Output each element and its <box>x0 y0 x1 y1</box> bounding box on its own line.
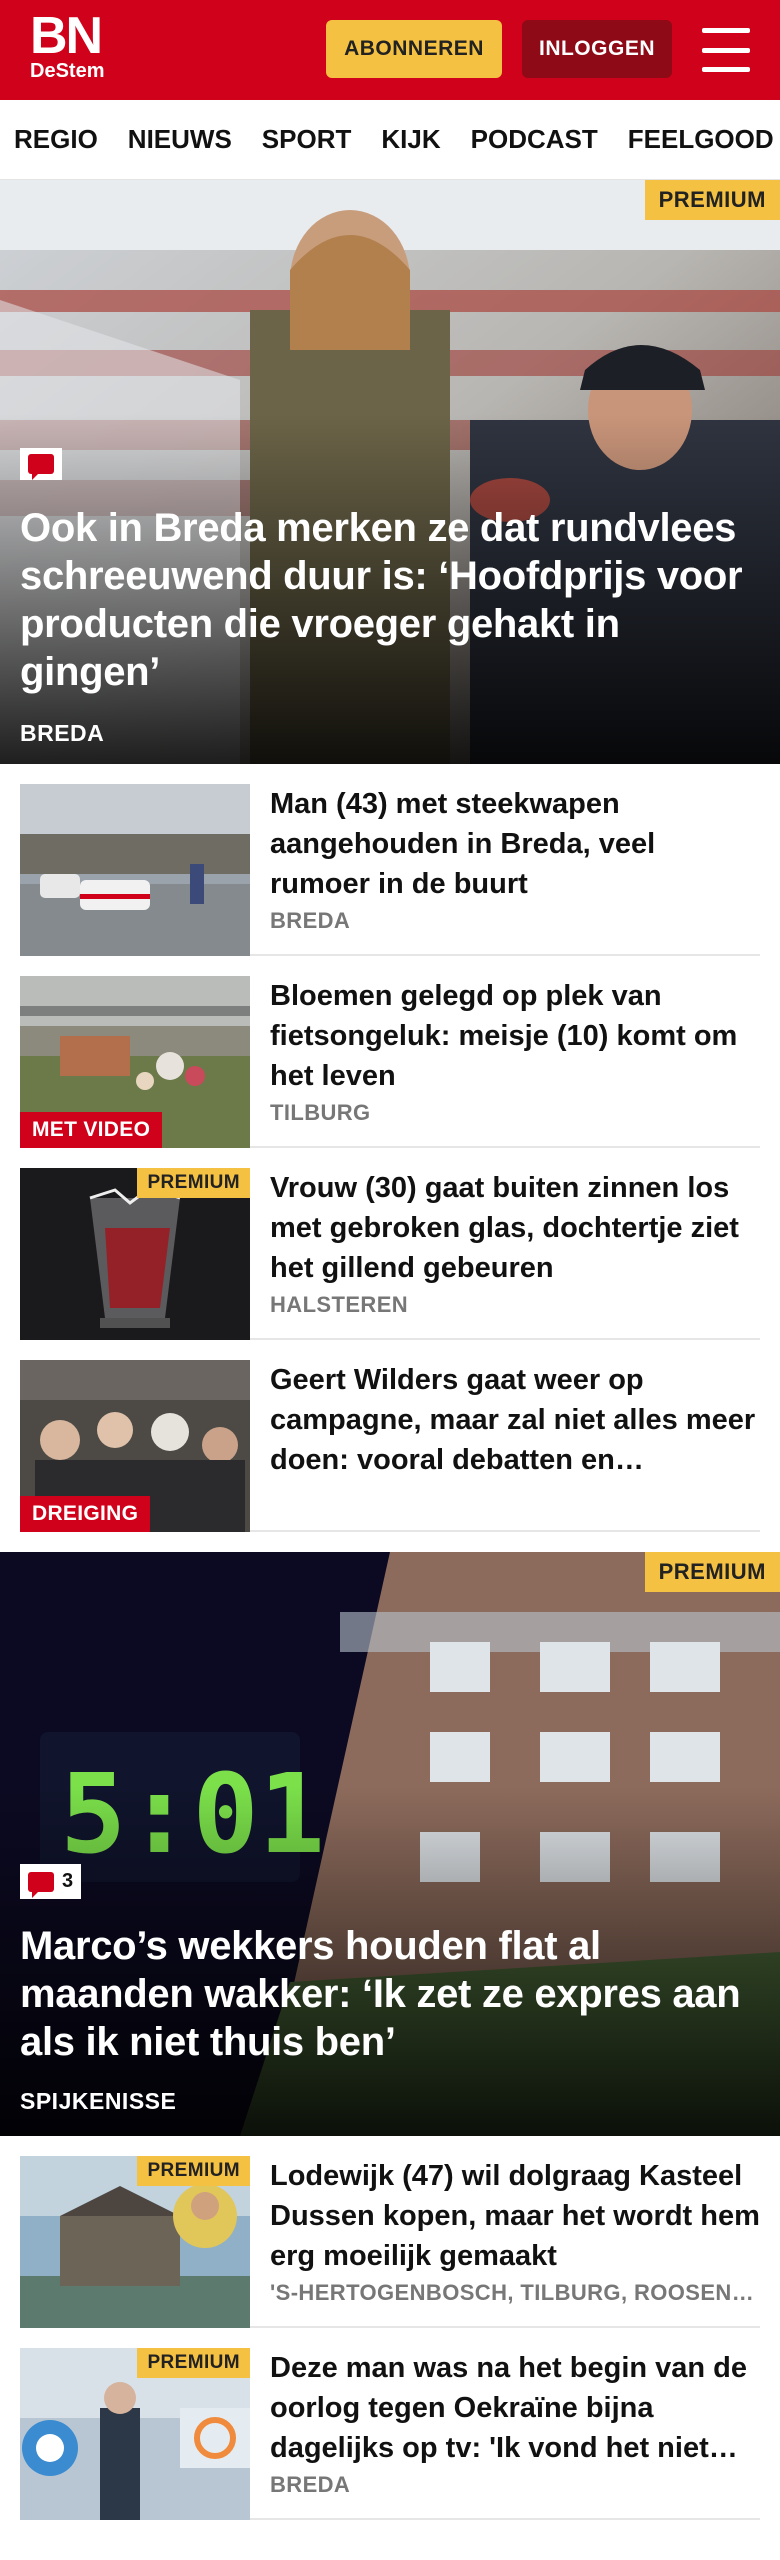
article-location: BREDA <box>270 908 351 933</box>
article-thumbnail: MET VIDEO <box>20 976 250 1148</box>
menu-icon[interactable] <box>702 28 750 72</box>
premium-badge: PREMIUM <box>137 1168 250 1198</box>
subscribe-button[interactable]: ABONNEREN <box>326 20 502 78</box>
article-location: TILBURG <box>270 1100 371 1125</box>
nav-item-feelgood[interactable]: FEELGOOD <box>628 124 774 155</box>
nav-item-nieuws[interactable]: NIEUWS <box>128 124 232 155</box>
list-item[interactable]: MET VIDEO Bloemen gelegd op plek van fie… <box>20 956 760 1148</box>
hero-article[interactable]: PREMIUM Ook in Breda merken ze dat rundv… <box>0 180 780 764</box>
list-item[interactable]: Man (43) met steekwapen aangehouden in B… <box>20 764 760 956</box>
logo-main: BN <box>30 7 103 65</box>
police-scene-photo <box>20 784 250 956</box>
article-thumbnail: PREMIUM <box>20 1168 250 1340</box>
article-headline[interactable]: Bloemen gelegd op plek van fietsongeluk:… <box>270 976 760 1096</box>
article-text: Vrouw (30) gaat buiten zinnen los met ge… <box>270 1168 760 1318</box>
hero-article[interactable]: 5:01 PREMIUM 3 Marco’s wekkers houden fl… <box>0 1552 780 2136</box>
threat-label: DREIGING <box>20 1496 151 1532</box>
hero-headline[interactable]: Marco’s wekkers houden flat al maanden w… <box>20 1922 760 2066</box>
article-thumbnail: PREMIUM <box>20 2156 250 2328</box>
article-text: Deze man was na het begin van de oorlog … <box>270 2348 760 2498</box>
article-location: HALSTEREN <box>270 1292 409 1317</box>
comment-count: 3 <box>62 1870 74 1892</box>
article-thumbnail: DREIGING <box>20 1360 250 1532</box>
premium-badge: PREMIUM <box>644 1552 780 1592</box>
article-thumbnail <box>20 784 250 956</box>
site-logo[interactable]: BN DeStem <box>30 7 105 82</box>
login-button[interactable]: INLOGGEN <box>522 20 672 78</box>
comment-icon <box>28 1871 54 1898</box>
nav-item-podcast[interactable]: PODCAST <box>471 124 598 155</box>
article-headline[interactable]: Lodewijk (47) wil dolgraag Kasteel Dusse… <box>270 2156 760 2276</box>
article-text: Bloemen gelegd op plek van fietsongeluk:… <box>270 976 760 1126</box>
list-item[interactable]: DREIGING Geert Wilders gaat weer op camp… <box>20 1340 760 1532</box>
hero-location: BREDA <box>20 720 105 746</box>
premium-badge: PREMIUM <box>137 2156 250 2186</box>
nav-item-kijk[interactable]: KIJK <box>381 124 440 155</box>
menu-icon-bar <box>702 28 750 33</box>
article-headline[interactable]: Deze man was na het begin van de oorlog … <box>270 2348 760 2468</box>
menu-icon-bar <box>702 47 750 53</box>
comment-badge[interactable]: 3 <box>20 1864 82 1899</box>
nav-item-sport[interactable]: SPORT <box>262 124 352 155</box>
premium-badge: PREMIUM <box>644 180 780 220</box>
comment-badge[interactable] <box>20 448 62 480</box>
article-headline[interactable]: Man (43) met steekwapen aangehouden in B… <box>270 784 760 904</box>
premium-badge: PREMIUM <box>137 2348 250 2378</box>
article-text: Lodewijk (47) wil dolgraag Kasteel Dusse… <box>270 2156 760 2306</box>
article-text: Geert Wilders gaat weer op campagne, maa… <box>270 1360 760 1480</box>
comment-icon <box>28 454 54 480</box>
nav-item-regio[interactable]: REGIO <box>14 124 98 155</box>
list-item[interactable]: PREMIUM Vrouw (30) gaat buiten zinnen lo… <box>20 1148 760 1340</box>
article-thumbnail: PREMIUM <box>20 2348 250 2520</box>
list-item[interactable]: PREMIUM Deze man was na het begin van de… <box>20 2328 760 2520</box>
menu-icon-bar <box>702 67 750 72</box>
hero-headline[interactable]: Ook in Breda merken ze dat rundvlees sch… <box>20 504 760 696</box>
article-headline[interactable]: Vrouw (30) gaat buiten zinnen los met ge… <box>270 1168 760 1288</box>
list-item[interactable]: PREMIUM Lodewijk (47) wil dolgraag Kaste… <box>20 2136 760 2328</box>
article-headline[interactable]: Geert Wilders gaat weer op campagne, maa… <box>270 1360 760 1480</box>
section-nav: REGIO NIEUWS SPORT KIJK PODCAST FEELGOOD <box>0 100 780 180</box>
site-header: BN DeStem ABONNEREN INLOGGEN <box>0 0 780 100</box>
article-location: BREDA <box>270 2472 351 2497</box>
article-location: 'S-HERTOGENBOSCH, TILBURG, ROOSENDAAL <box>270 2280 760 2305</box>
video-label: MET VIDEO <box>20 1112 163 1148</box>
logo-sub: DeStem <box>30 60 105 82</box>
article-text: Man (43) met steekwapen aangehouden in B… <box>270 784 760 934</box>
hero-location: SPIJKENISSE <box>20 2088 177 2114</box>
